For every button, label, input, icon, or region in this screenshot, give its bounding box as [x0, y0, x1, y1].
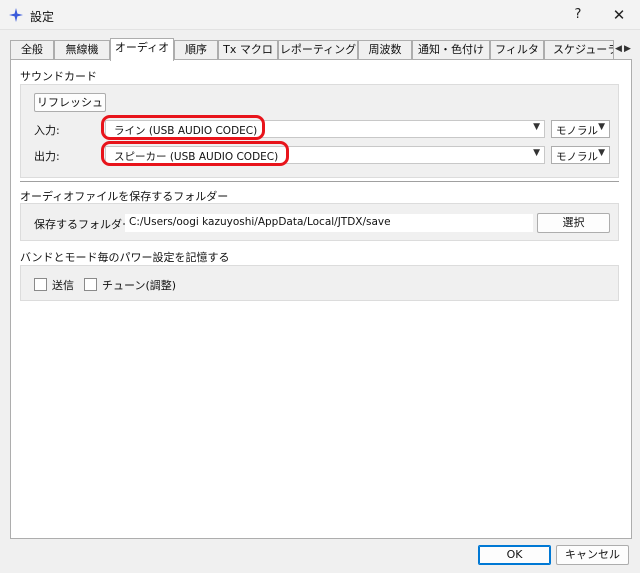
app-sparkle-icon: [9, 8, 23, 22]
output-device-value: スピーカー (USB AUDIO CODEC): [114, 151, 279, 163]
save-folder-section-label: オーディオファイルを保存するフォルダー: [20, 190, 229, 203]
input-label: 入力:: [34, 124, 60, 137]
section-divider: [20, 181, 619, 182]
input-channel-value: モノラル: [556, 125, 598, 137]
output-label: 出力:: [34, 150, 60, 163]
power-memory-group: 送信 チューン(調整): [20, 265, 619, 301]
ok-button[interactable]: OK: [478, 545, 551, 565]
tab-scheduler[interactable]: スケジューラ: [544, 40, 614, 60]
tab-reporting[interactable]: レポーティング: [278, 40, 358, 60]
tab-sequence[interactable]: 順序: [174, 40, 218, 60]
soundcard-group: リフレッシュ 入力: ライン (USB AUDIO CODEC) ▼ モノラル …: [20, 84, 619, 178]
tab-audio[interactable]: オーディオ: [110, 38, 174, 61]
save-folder-path-field[interactable]: C:/Users/oogi kazuyoshi/AppData/Local/JT…: [125, 214, 533, 232]
input-channel-select[interactable]: モノラル ▼: [551, 120, 610, 138]
power-memory-section-label: バンドとモード毎のパワー設定を記憶する: [20, 251, 230, 264]
close-button[interactable]: ✕: [598, 0, 640, 30]
soundcard-section-label: サウンドカード: [20, 70, 97, 83]
tune-checkbox-label[interactable]: チューン(調整): [102, 277, 176, 293]
chevron-down-icon: ▼: [598, 122, 605, 132]
output-channel-select[interactable]: モノラル ▼: [551, 146, 610, 164]
tab-notifications[interactable]: 通知・色付け: [412, 40, 490, 60]
tab-scroll-right-icon[interactable]: ▶: [623, 40, 632, 58]
tab-bar: 全般 無線機 オーディオ 順序 Tx マクロ レポーティング 周波数 通知・色付…: [10, 38, 634, 61]
help-button[interactable]: ?: [560, 0, 596, 30]
output-channel-value: モノラル: [556, 151, 598, 163]
transmit-checkbox[interactable]: [34, 278, 47, 291]
save-folder-label: 保存するフォルダー:: [34, 218, 137, 231]
dialog-footer: OK キャンセル: [0, 539, 640, 573]
tab-general[interactable]: 全般: [10, 40, 54, 60]
chevron-down-icon: ▼: [533, 148, 540, 158]
audio-settings-panel: サウンドカード リフレッシュ 入力: ライン (USB AUDIO CODEC)…: [10, 59, 632, 539]
window-title: 設定: [30, 10, 55, 24]
tab-scroll-left-icon[interactable]: ◀: [614, 40, 623, 58]
tune-checkbox[interactable]: [84, 278, 97, 291]
chevron-down-icon: ▼: [598, 148, 605, 158]
tab-radio[interactable]: 無線機: [54, 40, 110, 60]
save-folder-group: 保存するフォルダー: C:/Users/oogi kazuyoshi/AppDa…: [20, 203, 619, 241]
select-folder-button[interactable]: 選択: [537, 213, 610, 233]
refresh-button[interactable]: リフレッシュ: [34, 93, 106, 112]
transmit-checkbox-label[interactable]: 送信: [52, 277, 74, 293]
tab-scroll-arrows: ◀ ▶: [614, 40, 634, 58]
tab-frequencies[interactable]: 周波数: [358, 40, 412, 60]
input-device-combo[interactable]: ライン (USB AUDIO CODEC) ▼: [105, 120, 545, 138]
title-bar: 設定 ? ✕: [0, 0, 640, 30]
tab-tx-macros[interactable]: Tx マクロ: [218, 40, 278, 60]
cancel-button[interactable]: キャンセル: [556, 545, 629, 565]
tab-filters[interactable]: フィルタ: [490, 40, 544, 60]
input-device-value: ライン (USB AUDIO CODEC): [114, 125, 258, 137]
chevron-down-icon: ▼: [533, 122, 540, 132]
output-device-combo[interactable]: スピーカー (USB AUDIO CODEC) ▼: [105, 146, 545, 164]
save-folder-path: C:/Users/oogi kazuyoshi/AppData/Local/JT…: [129, 216, 391, 228]
